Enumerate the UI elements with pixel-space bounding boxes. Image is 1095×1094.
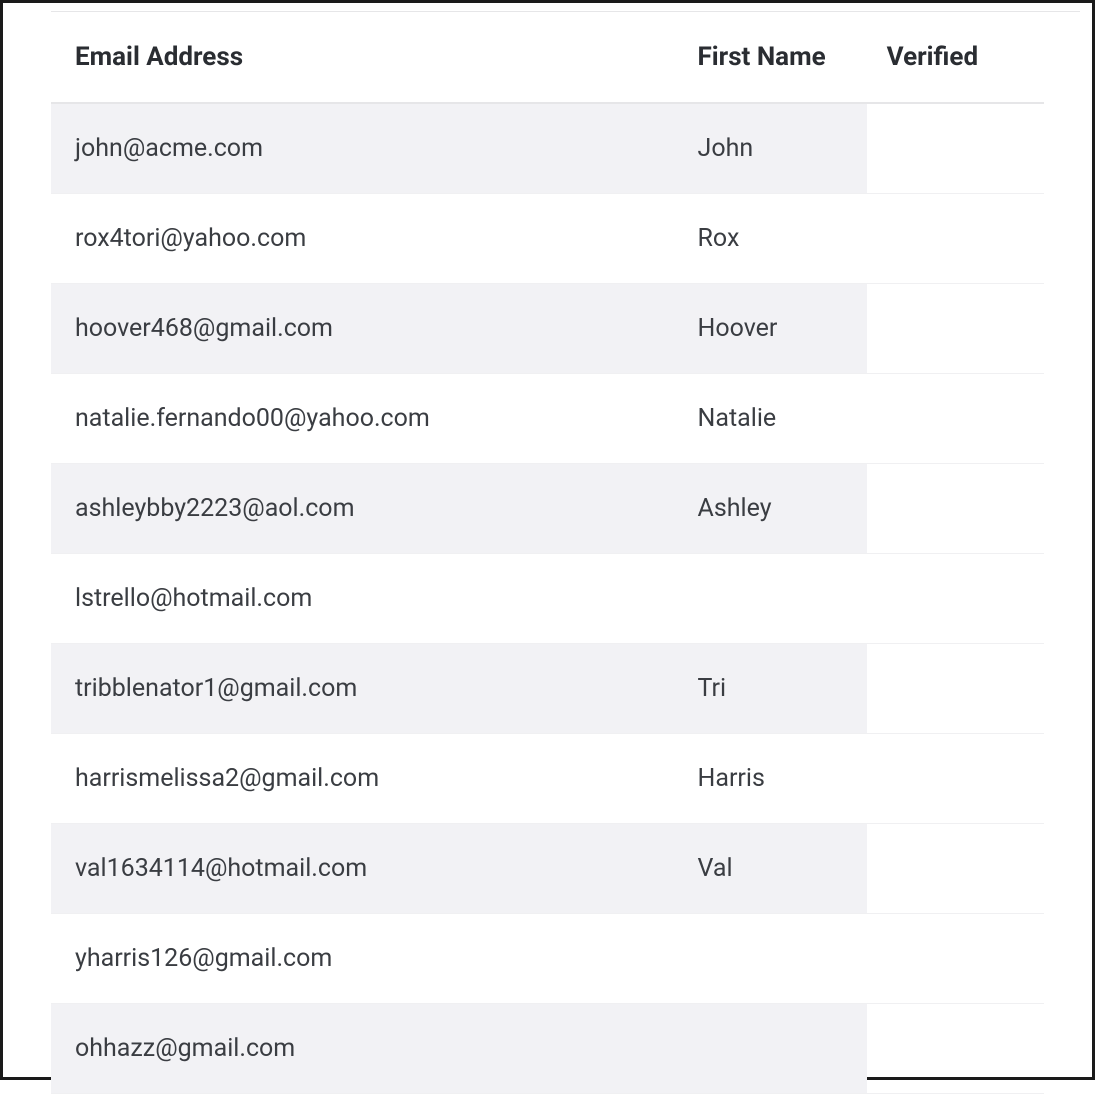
table-row[interactable]: ohhazz@gmail.com [51,1004,1044,1094]
cell-email: yharris126@gmail.com [51,914,678,1004]
table-row[interactable]: lstrello@hotmail.com [51,554,1044,644]
cell-verified [867,734,1044,824]
cell-email: lstrello@hotmail.com [51,554,678,644]
cell-first-name: Harris [678,734,867,824]
table-row[interactable]: john@acme.com John [51,103,1044,194]
cell-email: tribblenator1@gmail.com [51,644,678,734]
table-container: Email Address First Name Verified john@a… [3,12,1092,1094]
cell-first-name: Rox [678,194,867,284]
column-header-first-name[interactable]: First Name [678,12,867,103]
cell-email: natalie.fernando00@yahoo.com [51,374,678,464]
cell-first-name [678,1004,867,1094]
table-row[interactable]: val1634114@hotmail.com Val [51,824,1044,914]
contacts-table: Email Address First Name Verified john@a… [51,12,1044,1094]
table-row[interactable]: yharris126@gmail.com [51,914,1044,1004]
cell-first-name [678,554,867,644]
cell-first-name: Hoover [678,284,867,374]
table-row[interactable]: harrismelissa2@gmail.com Harris [51,734,1044,824]
cell-email: john@acme.com [51,103,678,194]
column-header-email[interactable]: Email Address [51,12,678,103]
cell-email: hoover468@gmail.com [51,284,678,374]
column-header-verified[interactable]: Verified [867,12,1044,103]
cell-email: ashleybby2223@aol.com [51,464,678,554]
cell-verified [867,644,1044,734]
table-row[interactable]: tribblenator1@gmail.com Tri [51,644,1044,734]
cell-first-name: Ashley [678,464,867,554]
cell-verified [867,103,1044,194]
table-row[interactable]: natalie.fernando00@yahoo.com Natalie [51,374,1044,464]
cell-verified [867,914,1044,1004]
cell-verified [867,1004,1044,1094]
cell-first-name: John [678,103,867,194]
cell-first-name: Tri [678,644,867,734]
cell-verified [867,284,1044,374]
table-row[interactable]: rox4tori@yahoo.com Rox [51,194,1044,284]
table-row[interactable]: hoover468@gmail.com Hoover [51,284,1044,374]
cell-verified [867,554,1044,644]
cell-email: ohhazz@gmail.com [51,1004,678,1094]
cell-email: harrismelissa2@gmail.com [51,734,678,824]
cell-verified [867,824,1044,914]
cell-first-name [678,914,867,1004]
cell-email: rox4tori@yahoo.com [51,194,678,284]
table-row[interactable]: ashleybby2223@aol.com Ashley [51,464,1044,554]
cell-first-name: Natalie [678,374,867,464]
cell-verified [867,464,1044,554]
table-header-row: Email Address First Name Verified [51,12,1044,103]
cell-verified [867,194,1044,284]
cell-verified [867,374,1044,464]
cell-email: val1634114@hotmail.com [51,824,678,914]
cell-first-name: Val [678,824,867,914]
